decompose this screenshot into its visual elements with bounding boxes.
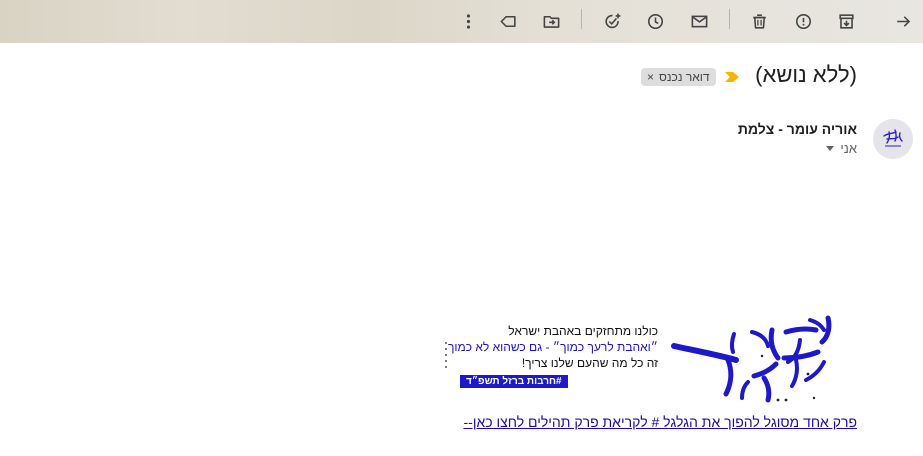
recipient-label: אני [840,141,857,156]
report-icon [795,13,811,29]
mark-unread-button[interactable] [685,7,713,35]
toolbar-divider [581,9,582,29]
calligraphy-logo-icon [671,315,832,403]
sender-name: אוריה עומר - צלמת [737,121,857,137]
archive-icon [838,13,854,29]
more-icon [466,13,470,29]
report-spam-button[interactable] [789,7,817,35]
sender-avatar[interactable] [873,119,913,159]
tehillim-link[interactable]: פרק אחד מסוגל להפוך את הגלגל # לקריאת פר… [464,414,858,430]
importance-marker-icon[interactable] [725,72,739,82]
delete-button[interactable] [745,7,773,35]
banner-hashtag: #חרבות ברזל תשפ״ד [460,375,568,388]
archive-button[interactable] [832,7,860,35]
sender-logo-icon [883,129,903,147]
add-to-tasks-button[interactable] [598,7,626,35]
mail-icon [691,15,707,27]
remove-label-button[interactable]: × [647,71,654,83]
banner-line-1: כולנו מתחזקים באהבת ישראל [508,324,658,338]
label-chip-text: דואר נכנס [659,70,710,84]
email-subject: (ללא נושא) [755,62,857,87]
caret-down-icon [826,146,835,151]
snooze-button[interactable] [641,7,669,35]
move-to-folder-icon [543,15,559,28]
arrow-right-icon [896,15,910,27]
banner-line-3: זה כל מה שהעם שלנו צריך! [521,356,658,370]
move-to-button[interactable] [537,7,565,35]
label-icon [500,15,516,27]
label-button[interactable] [494,7,522,35]
email-banner-image: כולנו מתחזקים באהבת ישראל ״ואהבת לרעך כמ… [444,312,838,404]
more-options-button[interactable] [454,7,482,35]
recipient-details-toggle[interactable]: אני [826,141,857,156]
toolbar-divider [729,9,730,29]
back-button[interactable] [889,7,917,35]
message-toolbar [0,0,923,43]
clock-icon [647,13,663,29]
add-task-icon [604,13,620,28]
banner-line-2: ״ואהבת לרעך כמוך״ - גם כשהוא לא כמוך [447,340,658,354]
inbox-label-chip[interactable]: דואר נכנס × [641,68,716,86]
trash-icon [752,13,766,29]
